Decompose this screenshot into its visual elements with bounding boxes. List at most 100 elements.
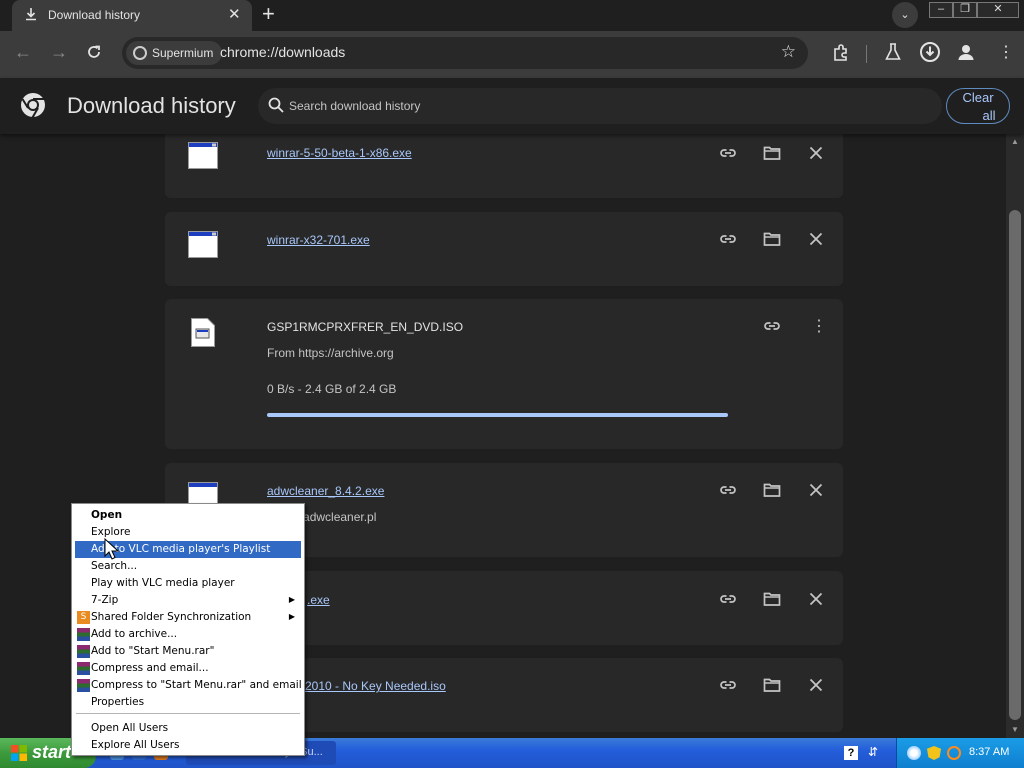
tab-close-icon[interactable]: ✕ [228,5,241,23]
download-source: From https://archive.org [267,346,394,360]
scroll-down-arrow-icon[interactable]: ▼ [1011,725,1019,734]
copy-link-icon[interactable] [719,676,737,694]
downloads-toolbar-icon[interactable] [919,41,941,63]
bookmark-star-icon[interactable]: ☆ [781,42,796,62]
copy-link-icon[interactable] [719,230,737,248]
browser-toolbar: ← → Supermium chrome://downloads ☆ ⋮ [0,31,1024,78]
winrar-icon [77,662,90,675]
profile-avatar-icon[interactable] [957,43,975,61]
copy-link-icon[interactable] [719,481,737,499]
remove-item-close-icon[interactable] [807,144,825,162]
show-in-folder-icon[interactable] [763,481,781,499]
show-in-folder-icon[interactable] [763,230,781,248]
page-title: Download history [67,93,236,118]
labs-flask-icon[interactable] [885,43,901,61]
search-placeholder: Search download history [289,99,421,113]
tab-search-chevron-icon[interactable]: ⌄ [892,2,918,28]
profile-chip[interactable]: Supermium [126,41,223,65]
new-tab-button[interactable]: + [262,3,275,25]
clock: 8:37 AM [969,746,1010,758]
menu-item-explore-all-users[interactable]: Explore All Users [75,737,301,754]
clear-all-label-line1: Clear [962,90,994,105]
winrar-icon [77,679,90,692]
network-icon[interactable] [907,746,921,760]
menu-item-add-to-rar[interactable]: Add to "Start Menu.rar" [75,643,301,660]
search-tray-icon[interactable] [947,746,961,760]
screen: Download history ✕ + ⌄ – ❐ ✕ ← → Supermi… [0,0,1024,768]
download-file-link[interactable]: winrar-5-50-beta-1-x86.exe [267,146,412,160]
clear-all-label-line2: all [982,108,996,123]
download-progress-bar [267,413,728,417]
menu-item-label: Compress and email... [91,662,209,674]
menu-item-label: Add to "Start Menu.rar" [91,645,215,657]
download-icon [26,8,36,21]
copy-link-icon[interactable] [763,317,781,335]
iso-file-icon [191,318,215,347]
download-file-link[interactable]: .exe [307,593,330,607]
back-arrow-icon[interactable]: ← [14,42,32,63]
menu-item-compress-to-rar-and-email[interactable]: Compress to "Start Menu.rar" and email [75,677,302,694]
submenu-arrow-icon: ▶ [288,595,295,604]
menu-item-7zip[interactable]: 7-Zip ▶ [75,592,301,609]
system-tray: 8:37 AM [896,738,1024,768]
tab-download-history[interactable]: Download history ✕ [12,0,252,31]
menu-item-open[interactable]: Open [75,507,301,524]
menu-item-open-all-users[interactable]: Open All Users [75,720,301,737]
forward-arrow-icon[interactable]: → [50,42,68,63]
download-item-in-progress: GSP1RMCPRXFRER_EN_DVD.ISO From https://a… [165,299,843,449]
mouse-cursor-icon [104,538,120,560]
menu-item-properties[interactable]: Properties [75,694,301,711]
download-file-link[interactable]: winrar-x32-701.exe [267,233,370,247]
show-in-folder-icon[interactable] [763,590,781,608]
tray-collapse-icon[interactable]: ⇵ [868,745,878,759]
menu-item-add-to-archive[interactable]: Add to archive... [75,626,301,643]
download-file-name: GSP1RMCPRXFRER_EN_DVD.ISO [267,320,464,334]
window-close-button[interactable]: ✕ [977,2,1019,18]
toolbar-separator [866,45,867,63]
menu-item-search[interactable]: Search... [75,558,301,575]
search-downloads-input[interactable]: Search download history [258,88,942,124]
security-shield-icon[interactable] [927,746,941,760]
scrollbar-thumb[interactable] [1009,210,1021,720]
menu-item-play-with-vlc[interactable]: Play with VLC media player [75,575,301,592]
menu-kebab-icon[interactable]: ⋮ [998,42,1014,62]
exe-file-icon [188,231,218,258]
start-label: start [32,742,72,762]
address-bar[interactable]: Supermium chrome://downloads ☆ [122,37,808,69]
show-in-folder-icon[interactable] [763,144,781,162]
chrome-logo-icon [21,93,45,118]
supermium-logo-icon [133,46,147,60]
remove-item-close-icon[interactable] [807,676,825,694]
menu-item-label: Shared Folder Synchronization [91,611,252,623]
sync-icon: S [77,611,90,624]
clear-all-button[interactable]: Clear all [946,88,1010,124]
download-status: 0 B/s - 2.4 GB of 2.4 GB [267,382,397,396]
scroll-up-arrow-icon[interactable]: ▲ [1011,137,1019,146]
menu-item-shared-folder-sync[interactable]: S Shared Folder Synchronization ▶ [75,609,301,626]
reload-icon[interactable] [86,44,102,60]
restore-button[interactable]: ❐ [953,2,977,18]
extensions-puzzle-icon[interactable] [832,43,850,61]
search-icon [268,97,284,113]
menu-item-label: Add to archive... [91,628,178,640]
tab-strip: Download history ✕ + ⌄ – ❐ ✕ [0,0,1024,31]
menu-item-label: Compress to "Start Menu.rar" and email [91,679,302,691]
download-file-link[interactable]: 2010 - No Key Needed.iso [305,679,446,693]
copy-link-icon[interactable] [719,144,737,162]
menu-separator [76,713,300,714]
show-in-folder-icon[interactable] [763,676,781,694]
help-icon[interactable]: ? [844,746,858,760]
copy-link-icon[interactable] [719,590,737,608]
download-file-link[interactable]: adwcleaner_8.4.2.exe [267,484,384,498]
remove-item-close-icon[interactable] [807,230,825,248]
remove-item-close-icon[interactable] [807,481,825,499]
winrar-icon [77,628,90,641]
menu-item-compress-and-email[interactable]: Compress and email... [75,660,301,677]
exe-file-icon [188,142,218,169]
profile-chip-label: Supermium [152,46,214,60]
downloads-header: Download history Search download history… [0,78,1024,134]
remove-item-close-icon[interactable] [807,590,825,608]
windows-flag-icon [11,745,27,761]
minimize-button[interactable]: – [929,2,953,18]
more-actions-kebab-icon[interactable]: ⋮ [811,316,829,335]
